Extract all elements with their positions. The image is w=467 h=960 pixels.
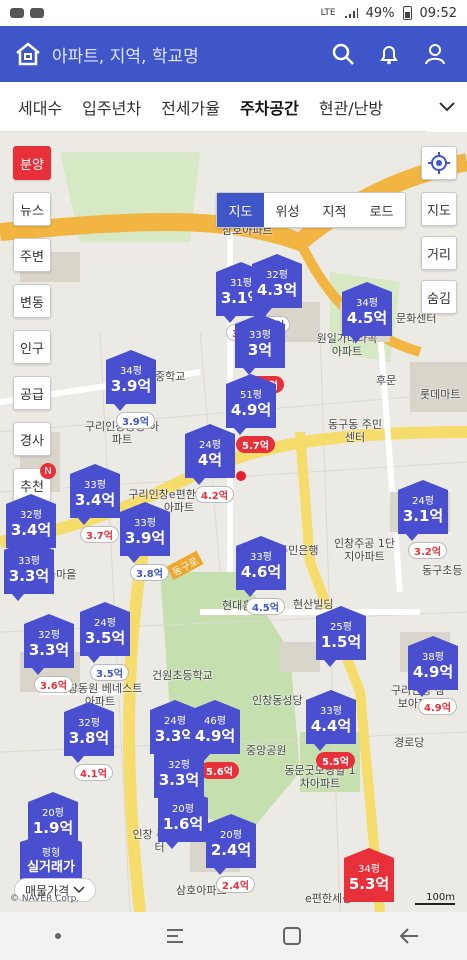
side-btn-news[interactable]: 뉴스 <box>13 192 51 226</box>
tab-entrance-heating[interactable]: 현관/난방 <box>309 82 393 132</box>
place-label: 후문 <box>376 374 397 387</box>
price-marker[interactable]: 34평 3.9억 3.9억 <box>106 350 156 429</box>
search-input[interactable]: 아파트, 지역, 학교명 <box>52 42 315 67</box>
price-marker-top[interactable]: 34평 5.3억 <box>344 848 394 902</box>
user-icon <box>425 44 445 65</box>
right-btn-map[interactable]: 지도 <box>421 192 457 226</box>
new-badge: N <box>40 463 56 479</box>
tab-households[interactable]: 세대수 <box>8 82 72 132</box>
price-marker[interactable]: 38평 4.9억 4.9억 <box>408 636 458 715</box>
map-type-road[interactable]: 로드 <box>358 193 405 227</box>
nav-home-button[interactable] <box>272 916 312 956</box>
price-marker[interactable]: 20평 2.4억 2.4억 <box>206 814 256 893</box>
map-scale: 100m <box>415 892 455 905</box>
status-bar: LTE 49% 09:52 <box>0 0 467 26</box>
map-type-map[interactable]: 지도 <box>217 193 264 227</box>
back-arrow-icon <box>399 928 418 944</box>
side-btn-nearby[interactable]: 주변 <box>13 238 51 272</box>
tabs-expand-button[interactable] <box>427 81 467 132</box>
image-icon <box>30 8 44 18</box>
notification-button[interactable] <box>371 36 407 72</box>
price-marker[interactable]: 33평 3.3억 <box>4 540 54 601</box>
locate-button[interactable] <box>421 146 457 180</box>
home-square-icon <box>282 927 301 945</box>
side-btn-population[interactable]: 인구 <box>13 330 51 364</box>
tab-move-in-year[interactable]: 입주년차 <box>72 82 151 132</box>
price-marker[interactable]: 33평 3.4억 3.7억 <box>70 464 120 543</box>
place-label: 경로당 <box>394 736 425 749</box>
home-logo-icon[interactable] <box>14 40 42 68</box>
right-btn-hide[interactable]: 숨김 <box>421 280 457 314</box>
battery-icon <box>402 6 412 20</box>
tab-jeonse-ratio[interactable]: 전세가율 <box>151 82 230 132</box>
side-btn-recommend-label: 추천 <box>20 479 44 495</box>
price-marker[interactable]: 32평4.3억4억 <box>252 254 302 333</box>
dot-icon <box>55 933 62 939</box>
chevron-down-icon <box>73 886 85 894</box>
price-marker[interactable]: 34평 4.5억 <box>342 282 392 343</box>
map-type-switch: 지도 위성 지적 로드 <box>216 192 406 228</box>
map-copyright: © NAVER Corp. <box>10 894 80 904</box>
map-type-cadastral[interactable]: 지적 <box>311 193 358 227</box>
profile-button[interactable] <box>417 36 453 72</box>
system-nav-bar <box>0 912 467 960</box>
search-icon <box>332 43 354 65</box>
recents-icon <box>167 929 184 943</box>
side-btn-presale[interactable]: 분양 <box>13 146 51 180</box>
battery-percent: 49% <box>365 5 395 21</box>
right-btn-distance[interactable]: 거리 <box>421 236 457 270</box>
place-label: 롯데마트 <box>420 388 461 401</box>
price-marker[interactable]: 33평 3.9억 3.8억 <box>120 502 170 581</box>
price-marker[interactable]: 32평 3.8억 4.1억 <box>64 702 114 781</box>
price-marker[interactable]: 24평 4억 4.2억 <box>185 424 235 503</box>
message-icon <box>10 8 24 18</box>
side-btn-slope[interactable]: 경사 <box>13 422 51 456</box>
chevron-down-icon <box>439 101 455 111</box>
price-marker[interactable]: 33평 4.4억 5.5억 <box>306 690 356 769</box>
crosshair-icon <box>428 152 450 174</box>
signal-icon <box>344 8 358 18</box>
price-marker[interactable]: 33평3억3.4억 <box>235 314 285 393</box>
nav-back-button[interactable] <box>389 916 429 956</box>
price-marker[interactable]: 24평 3.1억 3.2억 <box>398 480 448 559</box>
place-label: 동구초등 <box>422 564 463 577</box>
price-marker[interactable]: 25평 1.5억 <box>316 606 366 667</box>
map-view[interactable]: 삼호아파트 원일가대라곡 아파트 문화센터 중학교 구리인창동양 아파트 동구동… <box>0 132 467 912</box>
place-label: 동구동 주민센터 <box>327 418 383 444</box>
side-btn-changes[interactable]: 변동 <box>13 284 51 318</box>
price-marker[interactable]: 32평 3.3억 3.6억 <box>24 614 74 693</box>
bell-icon <box>380 46 398 65</box>
price-marker[interactable]: 33평 4.6억 4.5억 <box>236 536 286 615</box>
clock: 09:52 <box>419 5 457 21</box>
price-marker[interactable]: 20평 1.6억 <box>158 788 208 849</box>
price-marker[interactable]: 24평 3.5억 3.5억 <box>80 602 130 681</box>
place-label: 인창동성당 <box>252 694 303 707</box>
place-label: 인창주공 1단지아파트 <box>333 537 396 563</box>
app-header: 아파트, 지역, 학교명 <box>0 26 467 82</box>
search-button[interactable] <box>325 36 361 72</box>
place-label: 건원초등학교 <box>152 669 213 682</box>
map-type-satellite[interactable]: 위성 <box>264 193 311 227</box>
filter-tabs: 세대수 입주년차 전세가율 주차공간 현관/난방 <box>0 81 467 132</box>
tab-parking[interactable]: 주차공간 <box>230 82 309 132</box>
nav-dot-button[interactable] <box>38 916 78 956</box>
place-label: 중앙공원 <box>246 744 287 757</box>
nav-recents-button[interactable] <box>155 916 195 956</box>
place-label: 중학교 <box>155 370 186 383</box>
side-btn-supply[interactable]: 공급 <box>13 376 51 410</box>
network-label: LTE <box>320 8 336 18</box>
